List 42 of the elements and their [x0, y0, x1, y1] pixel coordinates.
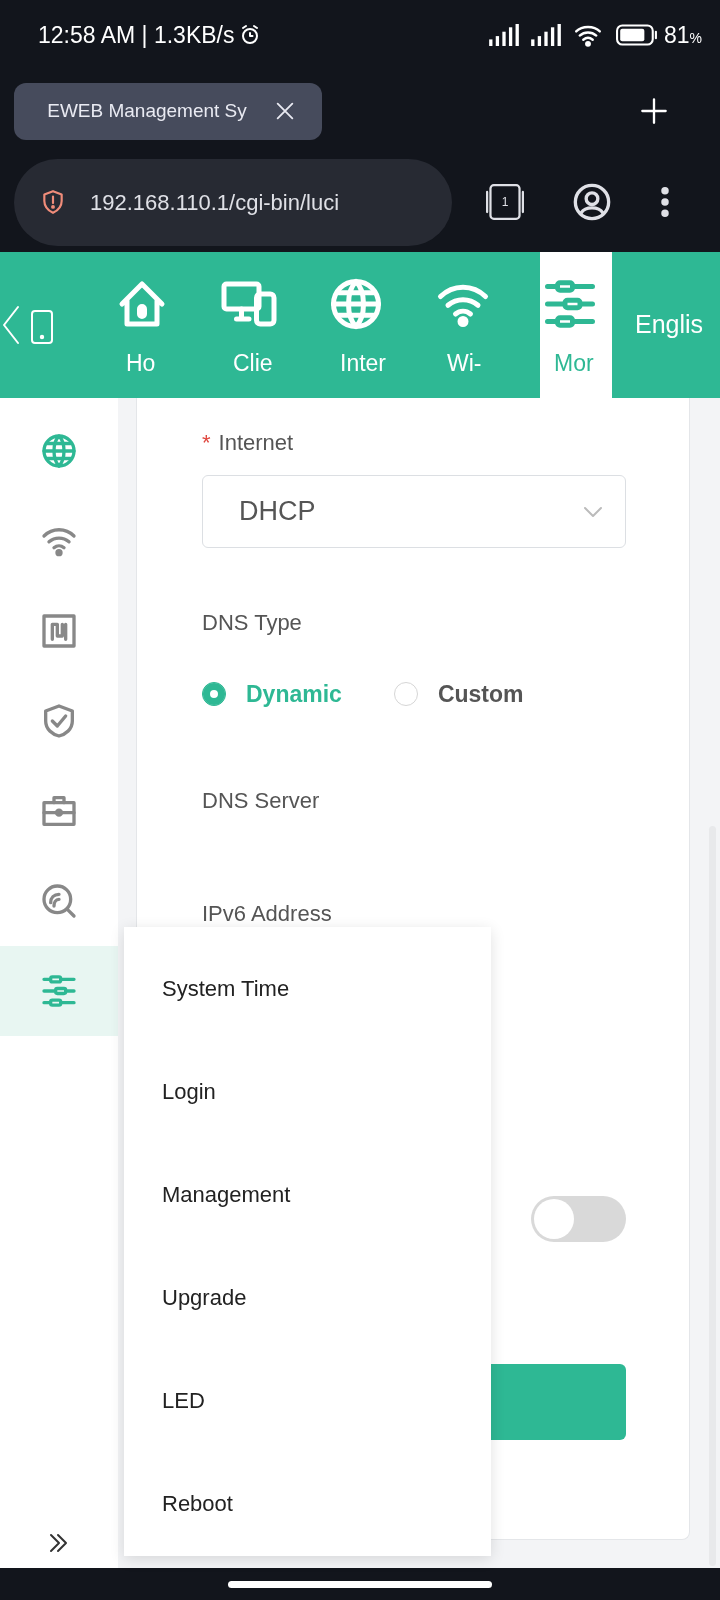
field-label: Internet: [218, 429, 294, 457]
radio-button[interactable]: [393, 682, 418, 707]
back-device-icon: [0, 303, 56, 347]
account-button[interactable]: [572, 182, 612, 222]
signal-search-icon: [39, 881, 79, 921]
status-time: 12:58 AM | 1.3KB/s: [38, 20, 235, 50]
select-field[interactable]: DHCP: [202, 475, 626, 548]
battery-icon: [615, 24, 658, 46]
menu-item[interactable]: Login: [124, 1040, 491, 1143]
shield-alert-icon: [40, 188, 66, 216]
radio-button[interactable]: [202, 682, 226, 707]
percent-sign: %: [689, 29, 702, 48]
field-label: DNS Server: [202, 786, 321, 815]
menu-item[interactable]: Upgrade: [124, 1246, 491, 1349]
menu-item[interactable]: Reboot: [124, 1452, 491, 1555]
home-indicator[interactable]: [228, 1580, 492, 1588]
new-tab-button[interactable]: [640, 97, 668, 125]
radio-option[interactable]: Custom: [393, 677, 524, 712]
browser-tab[interactable]: EWEB Management Sy: [14, 82, 322, 140]
required-mark: *: [202, 429, 211, 457]
signal-icon: [487, 24, 520, 46]
menu-item[interactable]: LED: [124, 1349, 491, 1452]
more-icon: [660, 185, 670, 219]
field-label: IPv6 Address: [202, 899, 333, 928]
account-icon: [572, 182, 612, 222]
menu-item[interactable]: System Time: [124, 937, 491, 1040]
port-icon: [39, 611, 79, 651]
sidebar-item[interactable]: [0, 946, 118, 1036]
globe-icon: [39, 431, 79, 471]
menu-item[interactable]: Management: [124, 1143, 491, 1246]
tabs-icon: [483, 183, 527, 221]
chevron-down-icon: [583, 505, 603, 518]
toggle-switch[interactable]: [531, 1195, 626, 1242]
field-label: DNS Type: [202, 609, 303, 637]
menu-button[interactable]: [660, 185, 670, 219]
close-icon: [274, 100, 296, 122]
address-bar[interactable]: 192.168.110.1/cgi-bin/luci: [14, 158, 452, 246]
signal-icon: [529, 24, 562, 46]
double-chevron-icon: [48, 1531, 70, 1554]
battery-percent: 81: [663, 20, 690, 50]
plus-icon: [640, 97, 668, 125]
tabs-button[interactable]: 1: [482, 181, 528, 223]
